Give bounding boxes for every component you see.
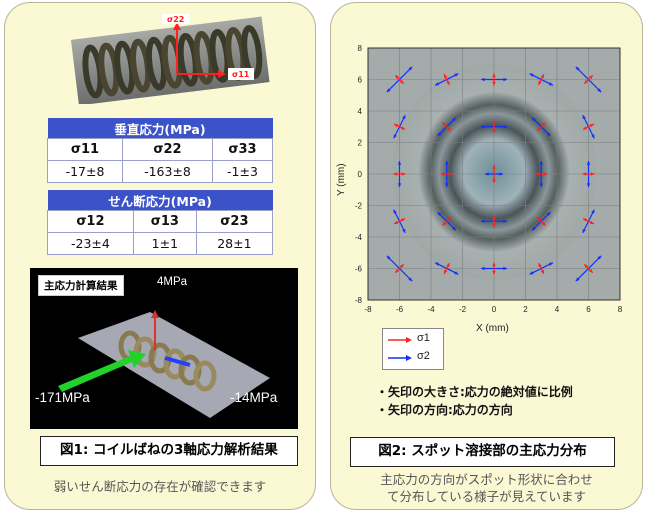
coil-spring-photo: σ22 σ11 — [70, 14, 270, 104]
y-tick-label: 2 — [358, 139, 363, 148]
legend-item-s1: σ1 — [387, 332, 443, 348]
header-s13: σ13 — [132, 210, 197, 233]
principal-stress-label: 主応力計算結果 — [38, 275, 124, 296]
legend-item-s2: σ2 — [387, 350, 443, 366]
y-tick-label: -6 — [355, 265, 363, 274]
normal-stress-table: 垂直応力(MPa) σ11 σ22 σ33 -17±8 -163±8 -1±3 — [47, 118, 274, 183]
figure-2-note-line-1: 主応力の方向がスポット形状に合わせ — [380, 472, 593, 487]
y-tick-label: 8 — [358, 44, 363, 53]
value-s12: -23±4 — [47, 232, 134, 255]
y-tick-label: -4 — [355, 233, 363, 242]
y-tick-label: -2 — [355, 202, 363, 211]
header-s22: σ22 — [122, 138, 213, 161]
x-tick-label: 2 — [523, 305, 528, 314]
value-s11: -17±8 — [47, 160, 123, 183]
header-s12: σ12 — [47, 210, 134, 233]
header-s33: σ33 — [211, 138, 274, 161]
figure-2-caption: 図2: スポット溶接部の主応力分布 — [350, 437, 615, 467]
legend-label-s2: σ2 — [417, 350, 430, 362]
s22-label: σ22 — [167, 15, 184, 24]
normal-stress-title: 垂直応力(MPa) — [47, 118, 273, 139]
legend-red-arrow-icon — [388, 337, 412, 343]
figure-1-caption: 図1: コイルばねの3軸応力解析結果 — [40, 436, 298, 466]
x-tick-label: 8 — [618, 305, 623, 314]
value-s33: -1±3 — [211, 160, 274, 183]
figure-2-note-line-2: て分布している様子が見えています — [386, 489, 586, 504]
legend-label-s1: σ1 — [417, 332, 430, 344]
x-axis-label: X (mm) — [476, 323, 509, 334]
y-tick-label: -8 — [355, 296, 363, 305]
y-tick-label: 4 — [358, 107, 363, 116]
y-tick-label: 6 — [358, 76, 363, 85]
header-s23: σ23 — [195, 210, 274, 233]
legend-blue-arrow-icon — [388, 355, 412, 361]
value-14mpa: -14MPa — [230, 390, 278, 405]
figure-1-note: 弱いせん断応力の存在が確認できます — [53, 479, 267, 494]
shear-stress-title: せん断応力(MPa) — [47, 190, 273, 211]
x-tick-label: -4 — [427, 305, 435, 314]
x-tick-label: 0 — [492, 305, 497, 314]
figure-2-note: 主応力の方向がスポット形状に合わせ て分布している様子が見えています — [330, 471, 643, 505]
x-tick-label: 6 — [586, 305, 591, 314]
bullet-arrow-size: ・矢印の大きさ:応力の絶対値に比例 — [376, 385, 573, 399]
value-s13: 1±1 — [132, 232, 197, 255]
x-tick-label: 4 — [555, 305, 560, 314]
x-tick-label: -2 — [459, 305, 467, 314]
y-axis-label: Y (mm) — [336, 163, 347, 196]
x-tick-label: -8 — [364, 305, 372, 314]
x-tick-label: -6 — [396, 305, 404, 314]
stress-distribution-plot: -8 -6 -4 -2 0 2 4 6 8 -8 -6 -4 -2 0 2 4 6 8 X (mm) Y (mm) — [336, 44, 623, 334]
principal-stress-3d-view: 主応力計算結果 4MPa -171MPa -14MPa — [30, 268, 298, 429]
value-s23: 28±1 — [195, 232, 274, 255]
plot-legend: σ1 σ2 — [382, 328, 444, 370]
bullet-arrow-direction: ・矢印の方向:応力の方向 — [376, 403, 513, 417]
value-171mpa: -171MPa — [35, 390, 90, 405]
value-4mpa: 4MPa — [157, 276, 188, 288]
value-s22: -163±8 — [122, 160, 213, 183]
s11-label: σ11 — [232, 70, 250, 79]
shear-stress-table: せん断応力(MPa) σ12 σ13 σ23 -23±4 1±1 28±1 — [47, 190, 274, 255]
y-tick-label: 0 — [358, 170, 363, 179]
header-s11: σ11 — [47, 138, 123, 161]
